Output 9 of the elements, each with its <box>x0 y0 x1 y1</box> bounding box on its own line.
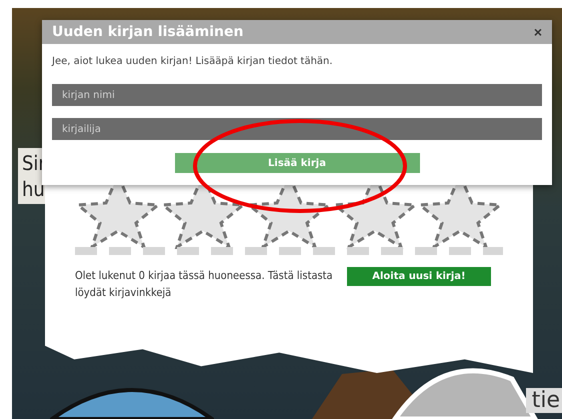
add-book-button[interactable]: Lisää kirja <box>174 153 420 173</box>
input-field[interactable]: kirjan nimi <box>52 84 542 106</box>
dialog-title: Uuden kirjan lisääminen <box>52 24 244 40</box>
input-field[interactable]: kirjailija <box>52 118 542 140</box>
reading-info-text: Olet lukenut 0 kirjaa tässä huoneessa. Tästä listasta löydät kirjavinkkejä <box>75 268 334 301</box>
close-button[interactable]: × <box>532 24 544 40</box>
background-text: tie <box>526 388 562 413</box>
dialog-intro-text: Jee, aiot lukea uuden kirjan! Lisääpä kirjan tiedot tähän. <box>52 56 334 67</box>
start-book-button[interactable]: Aloita uusi kirja! <box>346 267 491 286</box>
